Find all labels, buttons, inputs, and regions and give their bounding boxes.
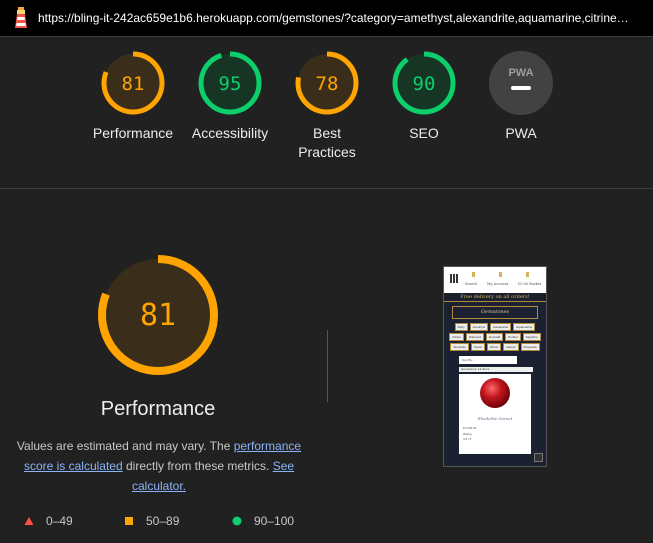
menu-grid-icon [450, 274, 459, 283]
gauge-label: Accessibility [191, 125, 269, 141]
thumb-btn: Aquamarine [513, 323, 536, 331]
gauge-label: PWA [505, 125, 537, 141]
note-text: directly from these metrics. [122, 459, 273, 473]
square-icon [125, 517, 133, 525]
legend-fail: 0–49 [24, 514, 73, 528]
scroll-to-top-icon [534, 453, 543, 462]
thumb-nav-account: My Account [487, 282, 509, 286]
thumb-btn: Diamond [465, 333, 484, 341]
thumb-btn: Morganite [520, 343, 540, 351]
accessibility-gauge-ring: 95 [198, 51, 262, 115]
thumb-btn: Citrine [449, 333, 464, 341]
thumb-btn: Tanzanite [450, 343, 469, 351]
performance-score: 81 [122, 73, 145, 95]
performance-big-score: 81 [140, 298, 176, 333]
thumb-sort-label: Gemstones: 14 items [459, 367, 533, 372]
thumb-banner: Free delivery on all orders! [444, 293, 546, 302]
legend-range: 50–89 [146, 514, 180, 528]
thumb-header: Search My Account £0.00 Basket [444, 267, 546, 293]
thumb-btn: Garnet [503, 343, 519, 351]
thumb-btn: Amethyst [469, 323, 489, 331]
thumb-card-line: £1,500.00 [463, 426, 477, 430]
note-text: Values are estimated and may vary. The [16, 439, 234, 453]
performance-note: Values are estimated and may vary. The p… [14, 436, 304, 496]
performance-gauge-ring: 81 [101, 51, 165, 115]
gauge-performance[interactable]: 81 Performance [83, 50, 183, 143]
thumb-btn: Emerald [485, 333, 504, 341]
circle-icon [232, 516, 242, 526]
gemstone-image [480, 378, 510, 408]
legend-average: 50–89 [124, 514, 179, 528]
vertical-divider [327, 330, 328, 402]
basket-icon [526, 272, 529, 277]
page-url[interactable]: https://bling-it-242ac659e1b6.herokuapp.… [38, 11, 638, 25]
thumb-btn: Alexandrite [490, 323, 512, 331]
gauge-label: Best Practices [298, 125, 356, 160]
thumb-btn: Topaz [470, 343, 485, 351]
category-gauges: 81 Performance 95 Accessibility 78 Best … [0, 50, 653, 180]
thumb-category-buttons: Ruby Amethyst Alexandrite Aquamarine Cit… [444, 323, 546, 351]
performance-big-gauge: 81 [98, 255, 218, 375]
thumb-nav-search: Search [465, 282, 478, 286]
thumb-btn: Sapphire [522, 333, 541, 341]
best-practices-score: 78 [316, 73, 339, 95]
address-bar: https://bling-it-242ac659e1b6.herokuapp.… [0, 0, 653, 37]
gauge-best-practices[interactable]: 78 Best Practices [277, 50, 377, 162]
gauge-label: SEO [409, 125, 439, 141]
thumb-sort-select: Sort By... [459, 356, 517, 364]
legend-range: 0–49 [46, 514, 73, 528]
gauge-accessibility[interactable]: 95 Accessibility [180, 50, 280, 143]
gauge-label: Performance [92, 125, 174, 141]
account-icon [499, 272, 502, 277]
score-legend: 0–49 50–89 90–100 [0, 514, 330, 530]
seo-gauge-ring: 90 [392, 51, 456, 115]
lighthouse-icon [15, 7, 27, 28]
seo-score: 90 [413, 73, 436, 95]
page-screenshot-thumbnail[interactable]: Search My Account £0.00 Basket Free deli… [443, 266, 547, 467]
thumb-product-name: Rhodolite Garnet [477, 416, 513, 421]
performance-heading: Performance [100, 398, 216, 420]
thumb-btn: Peridot [505, 333, 521, 341]
search-icon [472, 272, 475, 277]
pwa-badge-icon: PWA [489, 51, 553, 115]
thumb-btn: Zircon [487, 343, 502, 351]
gauge-pwa[interactable]: PWA PWA [471, 50, 571, 143]
thumb-btn: Ruby [454, 323, 468, 331]
thumb-card-line: 4.5 / 5 [463, 437, 472, 441]
thumb-card-line: Rating [463, 432, 472, 436]
thumb-product-card: Rhodolite Garnet £1,500.00 Rating 4.5 / … [459, 374, 531, 454]
accessibility-score: 95 [219, 73, 242, 95]
best-practices-gauge-ring: 78 [295, 51, 359, 115]
legend-pass: 90–100 [232, 514, 294, 528]
section-divider [0, 188, 653, 189]
pwa-badge-text: PWA [508, 67, 533, 79]
gauge-seo[interactable]: 90 SEO [374, 50, 474, 143]
thumb-nav-basket: £0.00 Basket [518, 282, 542, 286]
legend-range: 90–100 [254, 514, 295, 528]
triangle-icon [24, 517, 34, 525]
thumb-heading: Gemstones [452, 306, 538, 319]
